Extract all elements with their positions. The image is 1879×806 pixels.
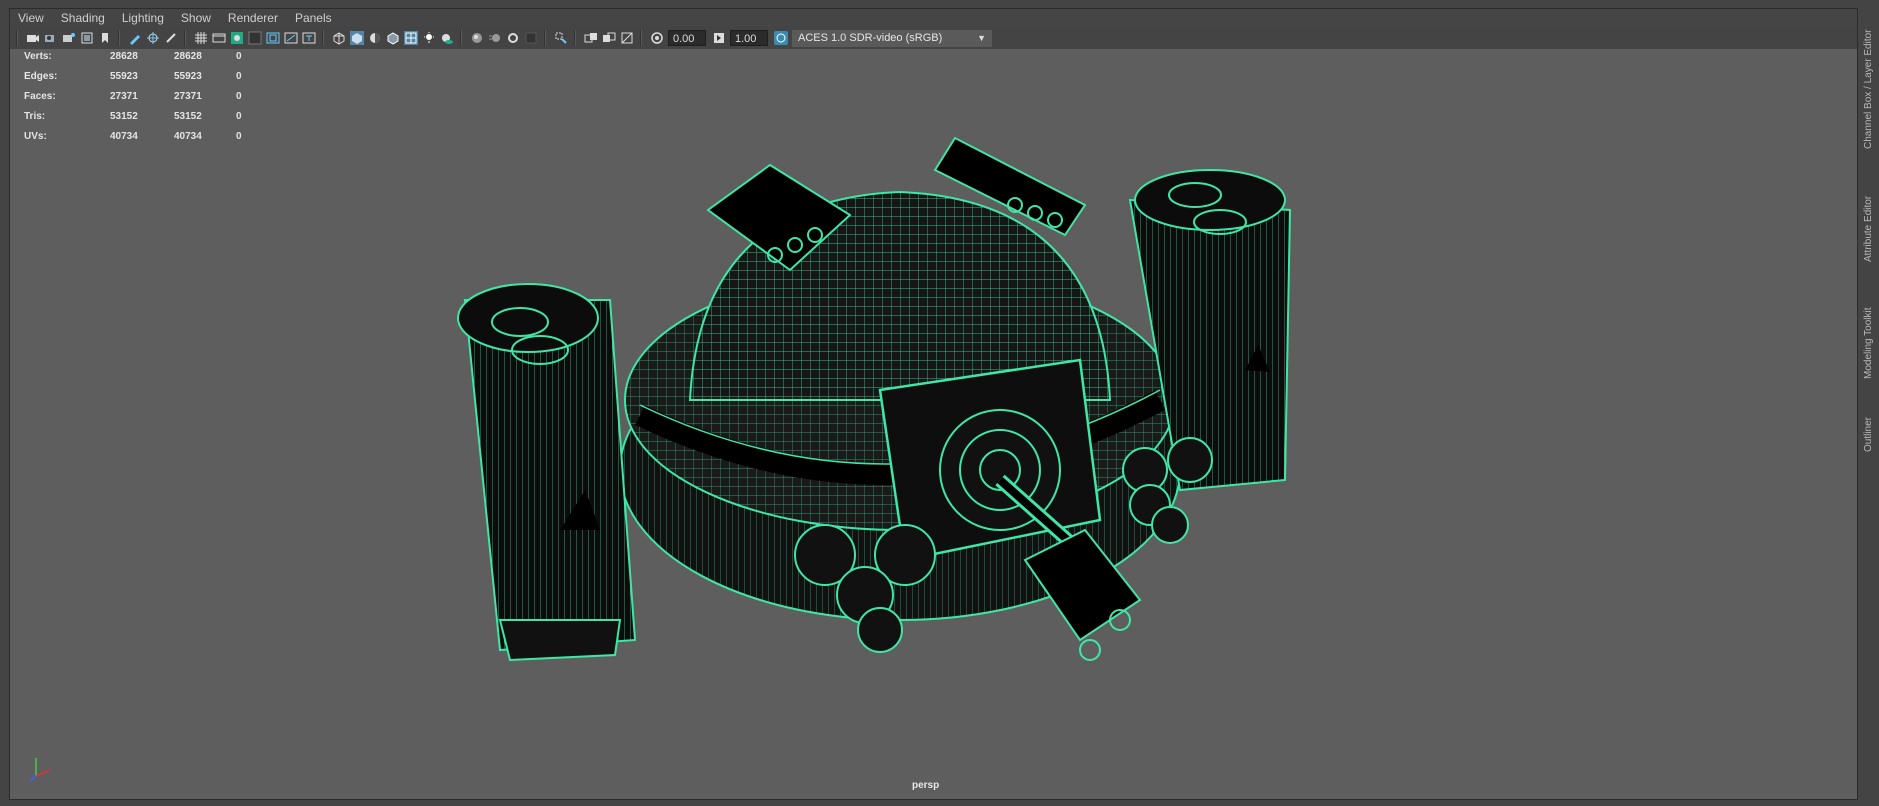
hud-row-edges: Edges: 55923 55923 0 [24,66,266,86]
hud-value: 40734 [110,130,138,142]
hud-row-uvs: UVs: 40734 40734 0 [24,126,266,146]
poly-count-hud: Verts: 28628 28628 0 Edges: 55923 55923 … [24,46,266,146]
hud-value: 53152 [110,110,138,122]
grease-pencil-icon[interactable] [128,31,142,45]
safe-title-icon[interactable] [302,31,316,45]
film-gate-icon[interactable] [212,31,226,45]
hud-value: 55923 [110,70,138,82]
toolbar-separator [184,30,186,46]
hud-value: 0 [236,90,242,102]
menu-panels[interactable]: Panels [287,9,341,27]
gate-mask-icon[interactable] [248,31,262,45]
hud-value: 27371 [174,90,202,102]
grease-pencil-tool-icon[interactable] [164,31,178,45]
wireframe-on-shaded-icon[interactable] [386,31,400,45]
tab-outliner[interactable]: Outliner [1863,417,1874,452]
anti-aliasing-icon[interactable] [506,31,520,45]
menu-lighting[interactable]: Lighting [114,9,173,27]
menu-shading[interactable]: Shading [53,9,114,27]
hud-value: 53152 [174,110,202,122]
motion-blur-icon[interactable] [488,31,502,45]
view-transform-icon[interactable] [774,31,788,45]
camera-attributes-icon[interactable] [44,31,58,45]
gamma-icon[interactable] [712,31,726,45]
menu-show[interactable]: Show [173,9,220,27]
color-space-label: ACES 1.0 SDR-video (sRGB) [798,31,943,44]
hud-row-tris: Tris: 53152 53152 0 [24,106,266,126]
toolbar-separator [118,30,120,46]
hud-value: 0 [236,130,242,142]
color-space-dropdown[interactable]: ACES 1.0 SDR-video (sRGB) ▼ [792,29,992,47]
hud-value: 55923 [174,70,202,82]
chevron-down-icon: ▼ [977,32,986,43]
hud-value: 40734 [174,130,202,142]
hud-label: UVs: [24,130,47,142]
hud-label: Verts: [24,50,52,62]
hud-value: 0 [236,70,242,82]
shadows-icon[interactable] [440,31,454,45]
hud-row-faces: Faces: 27371 27371 0 [24,86,266,106]
hud-value: 28628 [174,50,202,62]
xray-icon[interactable] [404,31,418,45]
hud-value: 0 [236,110,242,122]
menu-view[interactable]: View [10,9,53,27]
menu-renderer[interactable]: Renderer [220,9,287,27]
gamma-field[interactable]: 1.00 [730,30,768,46]
toolbar-separator [574,30,576,46]
xray-active-icon[interactable] [602,31,616,45]
toolbar-separator [544,30,546,46]
toolbar-separator [16,30,18,46]
hud-label: Edges: [24,70,58,82]
exposure-field[interactable]: 0.00 [668,30,706,46]
lights-icon[interactable] [422,31,436,45]
backface-culling-icon[interactable] [620,31,634,45]
xray-joints-icon[interactable] [584,31,598,45]
camera-select-icon[interactable] [26,31,40,45]
maya-window: View Shading Lighting Show Renderer Pane… [0,0,1879,806]
hud-label: Tris: [24,110,46,122]
hud-label: Faces: [24,90,56,102]
hud-value: 0 [236,50,242,62]
2d-pan-zoom-icon[interactable] [146,31,160,45]
panel-menu-bar: View Shading Lighting Show Renderer Pane… [10,9,1857,27]
isolate-select-icon[interactable] [554,31,568,45]
resolution-gate-icon[interactable] [230,31,244,45]
screen-space-ao-icon[interactable] [470,31,484,45]
tab-modeling-toolkit[interactable]: Modeling Toolkit [1863,307,1874,379]
toolbar-separator [322,30,324,46]
bookmark-camera-icon[interactable] [62,31,76,45]
toolbar-separator [460,30,462,46]
default-material-icon[interactable] [368,31,382,45]
field-chart-icon[interactable] [266,31,280,45]
tab-channel-box[interactable]: Channel Box / Layer Editor [1863,29,1874,149]
axis-gizmo-icon [29,758,51,782]
image-plane-icon[interactable] [80,31,94,45]
depth-of-field-icon[interactable] [524,31,538,45]
smooth-shade-icon[interactable] [350,31,364,45]
camera-name-label: persp [912,780,940,791]
hud-value: 27371 [110,90,138,102]
toolbar-separator [640,30,642,46]
grid-icon[interactable] [194,31,208,45]
wireframe-icon[interactable] [332,31,346,45]
exposure-icon[interactable] [650,31,664,45]
hud-row-verts: Verts: 28628 28628 0 [24,46,266,66]
side-tab-strip: Channel Box / Layer Editor Attribute Edi… [1860,9,1879,806]
tab-attribute-editor[interactable]: Attribute Editor [1863,196,1874,262]
panel-toolbar: 0.00 1.00 ACES 1.0 SDR-video (sRGB) ▼ [10,27,1857,49]
perspective-viewport[interactable] [9,8,1858,800]
bookmark-icon[interactable] [98,31,112,45]
safe-action-icon[interactable] [284,31,298,45]
hud-value: 28628 [110,50,138,62]
